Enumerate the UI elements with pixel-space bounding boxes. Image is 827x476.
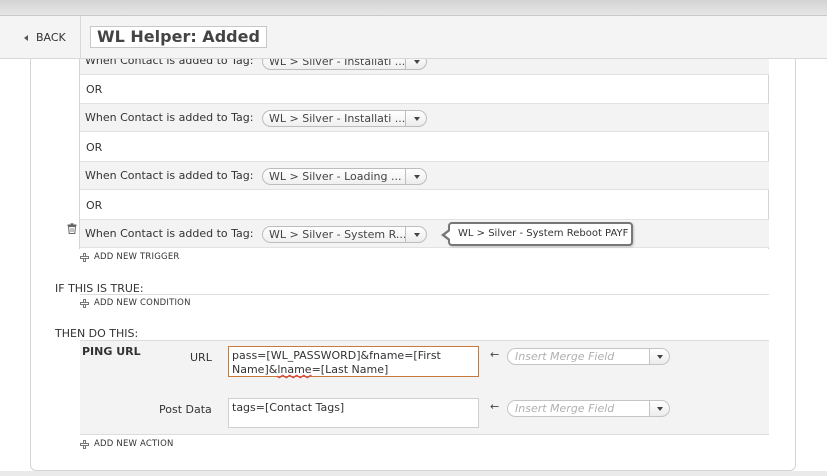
tag-select-value: WL > Silver - System R... (262, 226, 405, 243)
header-overlay: BACK WL Helper: Added (0, 16, 827, 59)
or-separator: OR (86, 199, 103, 212)
chevron-down-icon[interactable] (405, 168, 427, 185)
add-condition-button[interactable]: ADD NEW CONDITION (80, 298, 191, 308)
add-condition-label: ADD NEW CONDITION (94, 298, 191, 308)
url-value-part2: =[Last Name] (311, 363, 389, 376)
url-value-misspelled: lname (277, 363, 312, 376)
plus-icon (80, 252, 89, 262)
post-data-field[interactable]: tags=[Contact Tags] (228, 398, 479, 428)
chevron-down-icon[interactable] (405, 110, 427, 127)
merge-field-placeholder: Insert Merge Field (507, 348, 649, 365)
top-toolbar-band (0, 0, 827, 16)
tag-select[interactable]: WL > Silver - Installati ... (262, 110, 427, 127)
tag-select-value: WL > Silver - Installati ... (262, 110, 405, 127)
trigger-label: When Contact is added to Tag: (85, 169, 254, 182)
add-trigger-button[interactable]: ADD NEW TRIGGER (80, 252, 180, 262)
chevron-down-icon[interactable] (649, 400, 670, 417)
or-separator: OR (86, 83, 103, 96)
chevron-down-icon[interactable] (405, 226, 427, 243)
add-trigger-label: ADD NEW TRIGGER (94, 252, 180, 262)
trigger-row: When Contact is added to Tag: WL > Silve… (80, 103, 769, 132)
url-field[interactable]: pass=[WL_PASSWORD]&fname=[First Name]&ln… (228, 346, 479, 377)
section-divider (80, 294, 769, 295)
back-arrow-icon (24, 34, 28, 41)
action-name: PING URL (82, 345, 141, 358)
plus-icon (80, 298, 89, 308)
tag-select[interactable]: WL > Silver - Loading ... (262, 168, 427, 185)
add-action-button[interactable]: ADD NEW ACTION (80, 439, 174, 449)
actions-heading: THEN DO THIS: (55, 327, 139, 340)
plus-icon (80, 439, 89, 449)
tag-select-value: WL > Silver - Loading ... (262, 168, 405, 185)
tag-select[interactable]: WL > Silver - System R... (262, 226, 427, 243)
add-action-label: ADD NEW ACTION (94, 439, 174, 449)
insert-arrow-icon: ← (490, 348, 500, 361)
post-data-label: Post Data (159, 403, 212, 416)
trigger-label: When Contact is added to Tag: (85, 111, 254, 124)
trigger-row: When Contact is added to Tag: WL > Silve… (80, 219, 769, 248)
ping-url-action: PING URL URL pass=[WL_PASSWORD]&fname=[F… (80, 340, 769, 435)
chevron-down-icon[interactable] (649, 348, 670, 365)
merge-field-select[interactable]: Insert Merge Field (507, 400, 670, 417)
page-title[interactable]: WL Helper: Added (90, 26, 267, 48)
bottom-band (0, 471, 827, 476)
merge-field-placeholder: Insert Merge Field (507, 400, 649, 417)
header-divider (80, 16, 81, 59)
trigger-row: When Contact is added to Tag: WL > Silve… (80, 161, 769, 190)
back-label: BACK (36, 31, 66, 44)
tag-tooltip: WL > Silver - System Reboot PAYF (441, 222, 633, 246)
trigger-label: When Contact is added to Tag: (85, 227, 254, 240)
insert-arrow-icon: ← (490, 400, 500, 413)
back-button[interactable]: BACK (24, 31, 66, 44)
trash-icon[interactable] (67, 223, 77, 234)
url-label: URL (190, 351, 212, 364)
merge-field-select[interactable]: Insert Merge Field (507, 348, 670, 365)
or-separator: OR (86, 141, 103, 154)
